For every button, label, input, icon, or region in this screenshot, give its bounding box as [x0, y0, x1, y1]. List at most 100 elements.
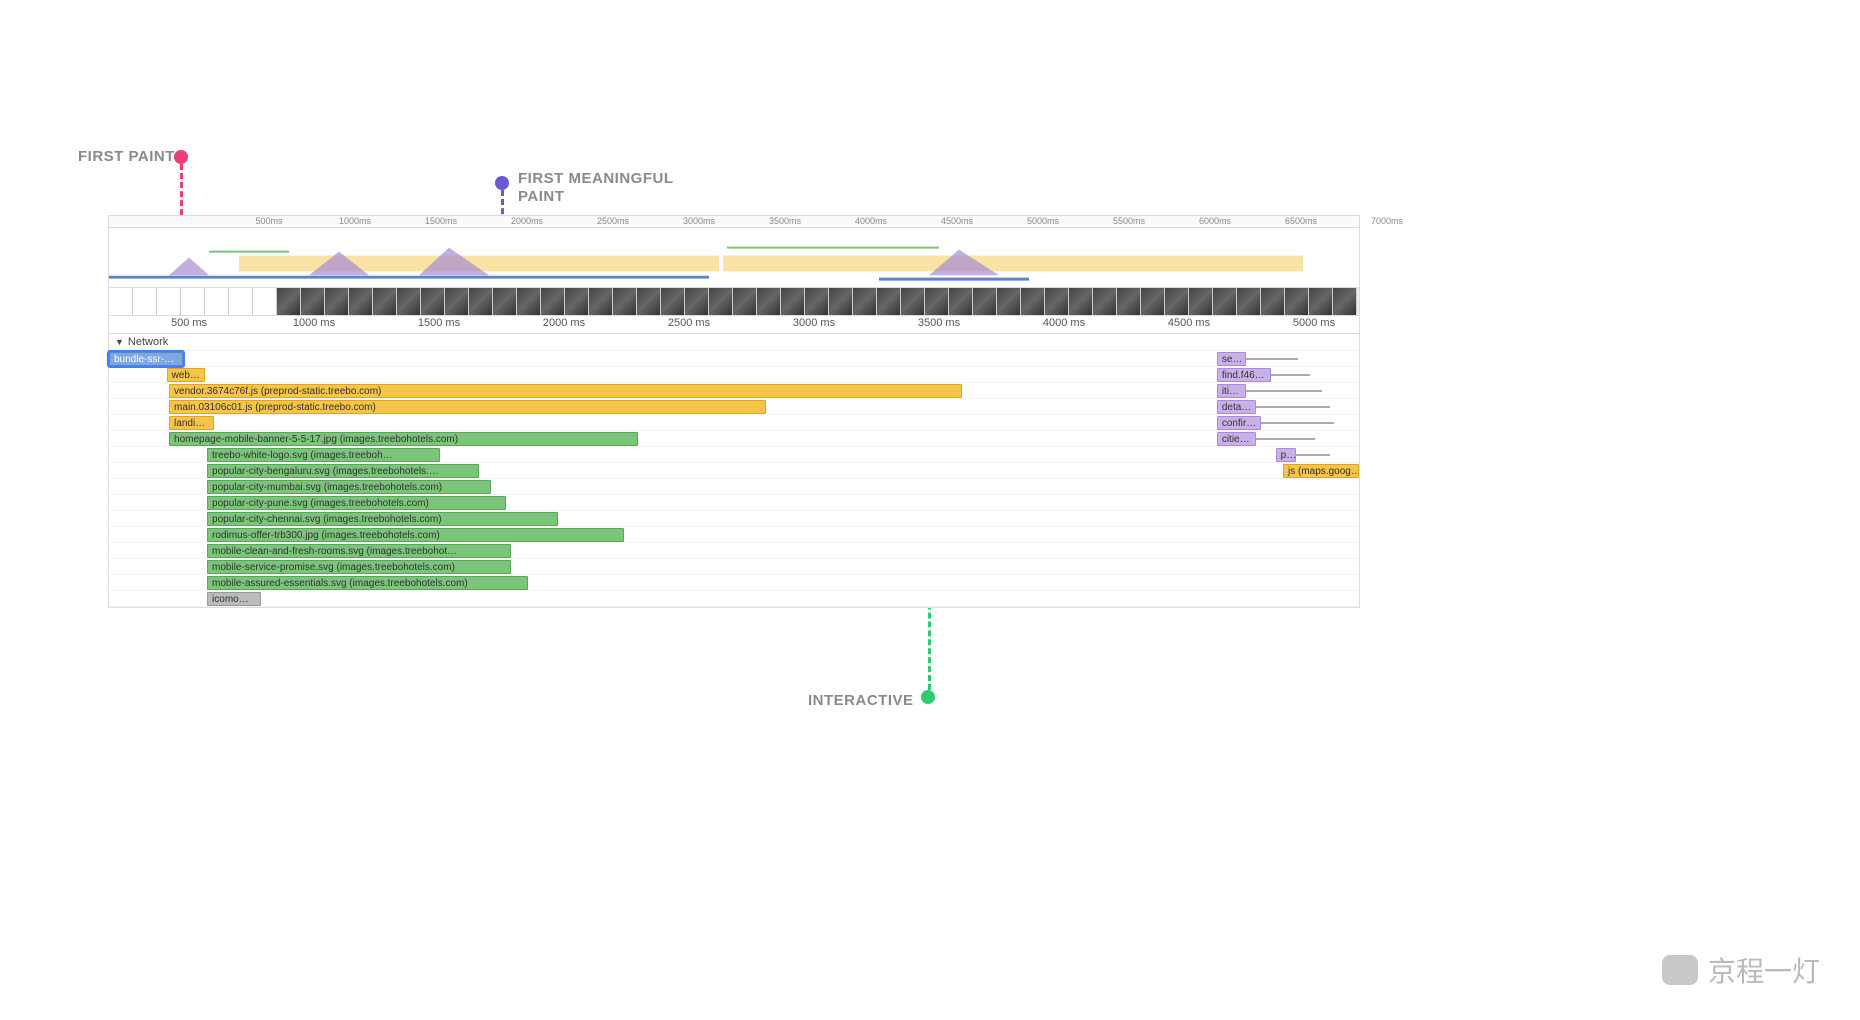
- filmstrip-frame[interactable]: [1237, 288, 1261, 315]
- network-row[interactable]: web… find.f46…: [109, 367, 1359, 383]
- network-bar[interactable]: se…: [1217, 352, 1246, 366]
- filmstrip-frame[interactable]: [565, 288, 589, 315]
- filmstrip-frame[interactable]: [493, 288, 517, 315]
- filmstrip-frame[interactable]: [517, 288, 541, 315]
- network-row[interactable]: homepage-mobile-banner-5-5-17.jpg (image…: [109, 431, 1359, 447]
- network-row[interactable]: bundle-ssr-… se…: [109, 351, 1359, 367]
- filmstrip-frame[interactable]: [901, 288, 925, 315]
- network-bar[interactable]: iti…: [1217, 384, 1246, 398]
- network-row[interactable]: mobile-service-promise.svg (images.treeb…: [109, 559, 1359, 575]
- filmstrip-frame[interactable]: [949, 288, 973, 315]
- filmstrip-frame[interactable]: [253, 288, 277, 315]
- filmstrip-frame[interactable]: [157, 288, 181, 315]
- filmstrip-frame[interactable]: [853, 288, 877, 315]
- filmstrip-frame[interactable]: [277, 288, 301, 315]
- network-bar[interactable]: mobile-clean-and-fresh-rooms.svg (images…: [207, 544, 511, 558]
- filmstrip-frame[interactable]: [1069, 288, 1093, 315]
- network-row[interactable]: icomo…: [109, 591, 1359, 607]
- filmstrip-frame[interactable]: [1285, 288, 1309, 315]
- main-ruler[interactable]: 500 ms1000 ms1500 ms2000 ms2500 ms3000 m…: [109, 316, 1359, 334]
- network-bar[interactable]: landi…: [169, 416, 214, 430]
- filmstrip-frame[interactable]: [1093, 288, 1117, 315]
- network-bar[interactable]: mobile-service-promise.svg (images.treeb…: [207, 560, 511, 574]
- filmstrip-frame[interactable]: [1117, 288, 1141, 315]
- filmstrip-frame[interactable]: [1045, 288, 1069, 315]
- network-row[interactable]: landi… confir…: [109, 415, 1359, 431]
- network-row[interactable]: treebo-white-logo.svg (images.treeboh… p…: [109, 447, 1359, 463]
- network-row[interactable]: popular-city-mumbai.svg (images.treeboho…: [109, 479, 1359, 495]
- filmstrip-frame[interactable]: [133, 288, 157, 315]
- network-row[interactable]: popular-city-bengaluru.svg (images.treeb…: [109, 463, 1359, 479]
- network-row[interactable]: popular-city-chennai.svg (images.treeboh…: [109, 511, 1359, 527]
- filmstrip-frame[interactable]: [973, 288, 997, 315]
- filmstrip-frame[interactable]: [829, 288, 853, 315]
- network-bar[interactable]: icomo…: [207, 592, 261, 606]
- network-bar[interactable]: confir…: [1217, 416, 1261, 430]
- network-row[interactable]: popular-city-pune.svg (images.treebohote…: [109, 495, 1359, 511]
- filmstrip-frame[interactable]: [1189, 288, 1213, 315]
- network-bar[interactable]: citie…: [1217, 432, 1256, 446]
- network-bar[interactable]: popular-city-chennai.svg (images.treeboh…: [207, 512, 557, 526]
- filmstrip-frame[interactable]: [997, 288, 1021, 315]
- overview-chart[interactable]: [109, 228, 1359, 288]
- network-row[interactable]: vendor.3674c76f.js (preprod-static.treeb…: [109, 383, 1359, 399]
- network-section[interactable]: ▼ Network bundle-ssr-… se… web… find.f46… ve…: [109, 334, 1359, 607]
- filmstrip-frame[interactable]: [805, 288, 829, 315]
- filmstrip-frame[interactable]: [637, 288, 661, 315]
- network-bar[interactable]: web…: [167, 368, 205, 382]
- filmstrip-frame[interactable]: [709, 288, 733, 315]
- filmstrip-frame[interactable]: [397, 288, 421, 315]
- disclosure-triangle-icon[interactable]: ▼: [115, 337, 124, 347]
- filmstrip-frame[interactable]: [109, 288, 133, 315]
- overview-ruler[interactable]: 500ms1000ms1500ms2000ms2500ms3000ms3500m…: [109, 216, 1359, 228]
- filmstrip-frame[interactable]: [445, 288, 469, 315]
- network-bar[interactable]: mobile-assured-essentials.svg (images.tr…: [207, 576, 528, 590]
- filmstrip-frame[interactable]: [1141, 288, 1165, 315]
- filmstrip-frame[interactable]: [181, 288, 205, 315]
- filmstrip-frame[interactable]: [205, 288, 229, 315]
- network-bar[interactable]: js (maps.goog…: [1283, 464, 1359, 478]
- network-bar[interactable]: popular-city-bengaluru.svg (images.treeb…: [207, 464, 479, 478]
- filmstrip-frame[interactable]: [733, 288, 757, 315]
- filmstrip-frame[interactable]: [349, 288, 373, 315]
- filmstrip-frame[interactable]: [1261, 288, 1285, 315]
- filmstrip-frame[interactable]: [469, 288, 493, 315]
- network-bar[interactable]: homepage-mobile-banner-5-5-17.jpg (image…: [169, 432, 638, 446]
- filmstrip-frame[interactable]: [781, 288, 805, 315]
- filmstrip-frame[interactable]: [1333, 288, 1357, 315]
- network-bar[interactable]: popular-city-mumbai.svg (images.treeboho…: [207, 480, 491, 494]
- network-row[interactable]: mobile-clean-and-fresh-rooms.svg (images…: [109, 543, 1359, 559]
- network-bar[interactable]: treebo-white-logo.svg (images.treeboh…: [207, 448, 440, 462]
- filmstrip-frame[interactable]: [1309, 288, 1333, 315]
- network-bar[interactable]: popular-city-pune.svg (images.treebohote…: [207, 496, 506, 510]
- filmstrip[interactable]: [109, 288, 1359, 316]
- network-bar[interactable]: main.03106c01.js (preprod-static.treebo.…: [169, 400, 766, 414]
- filmstrip-frame[interactable]: [613, 288, 637, 315]
- network-bar[interactable]: find.f46…: [1217, 368, 1271, 382]
- network-bar[interactable]: deta…: [1217, 400, 1256, 414]
- filmstrip-frame[interactable]: [757, 288, 781, 315]
- filmstrip-frame[interactable]: [925, 288, 949, 315]
- network-row[interactable]: main.03106c01.js (preprod-static.treebo.…: [109, 399, 1359, 415]
- network-bar[interactable]: vendor.3674c76f.js (preprod-static.treeb…: [169, 384, 962, 398]
- filmstrip-frame[interactable]: [661, 288, 685, 315]
- filmstrip-frame[interactable]: [877, 288, 901, 315]
- filmstrip-frame[interactable]: [1213, 288, 1237, 315]
- network-row[interactable]: rodimus-offer-trb300.jpg (images.treeboh…: [109, 527, 1359, 543]
- filmstrip-frame[interactable]: [1165, 288, 1189, 315]
- network-bar[interactable]: p…: [1276, 448, 1296, 462]
- filmstrip-frame[interactable]: [301, 288, 325, 315]
- filmstrip-frame[interactable]: [229, 288, 253, 315]
- network-bar[interactable]: bundle-ssr-…: [109, 352, 183, 366]
- filmstrip-frame[interactable]: [541, 288, 565, 315]
- filmstrip-frame[interactable]: [373, 288, 397, 315]
- filmstrip-frame[interactable]: [421, 288, 445, 315]
- filmstrip-frame[interactable]: [325, 288, 349, 315]
- filmstrip-frame[interactable]: [685, 288, 709, 315]
- network-row[interactable]: mobile-assured-essentials.svg (images.tr…: [109, 575, 1359, 591]
- network-bar[interactable]: rodimus-offer-trb300.jpg (images.treeboh…: [207, 528, 624, 542]
- filmstrip-frame[interactable]: [1021, 288, 1045, 315]
- devtools-performance-panel[interactable]: 500ms1000ms1500ms2000ms2500ms3000ms3500m…: [108, 215, 1360, 608]
- network-header[interactable]: ▼ Network: [109, 334, 1359, 351]
- network-rows[interactable]: bundle-ssr-… se… web… find.f46… vendor.3674c…: [109, 351, 1359, 607]
